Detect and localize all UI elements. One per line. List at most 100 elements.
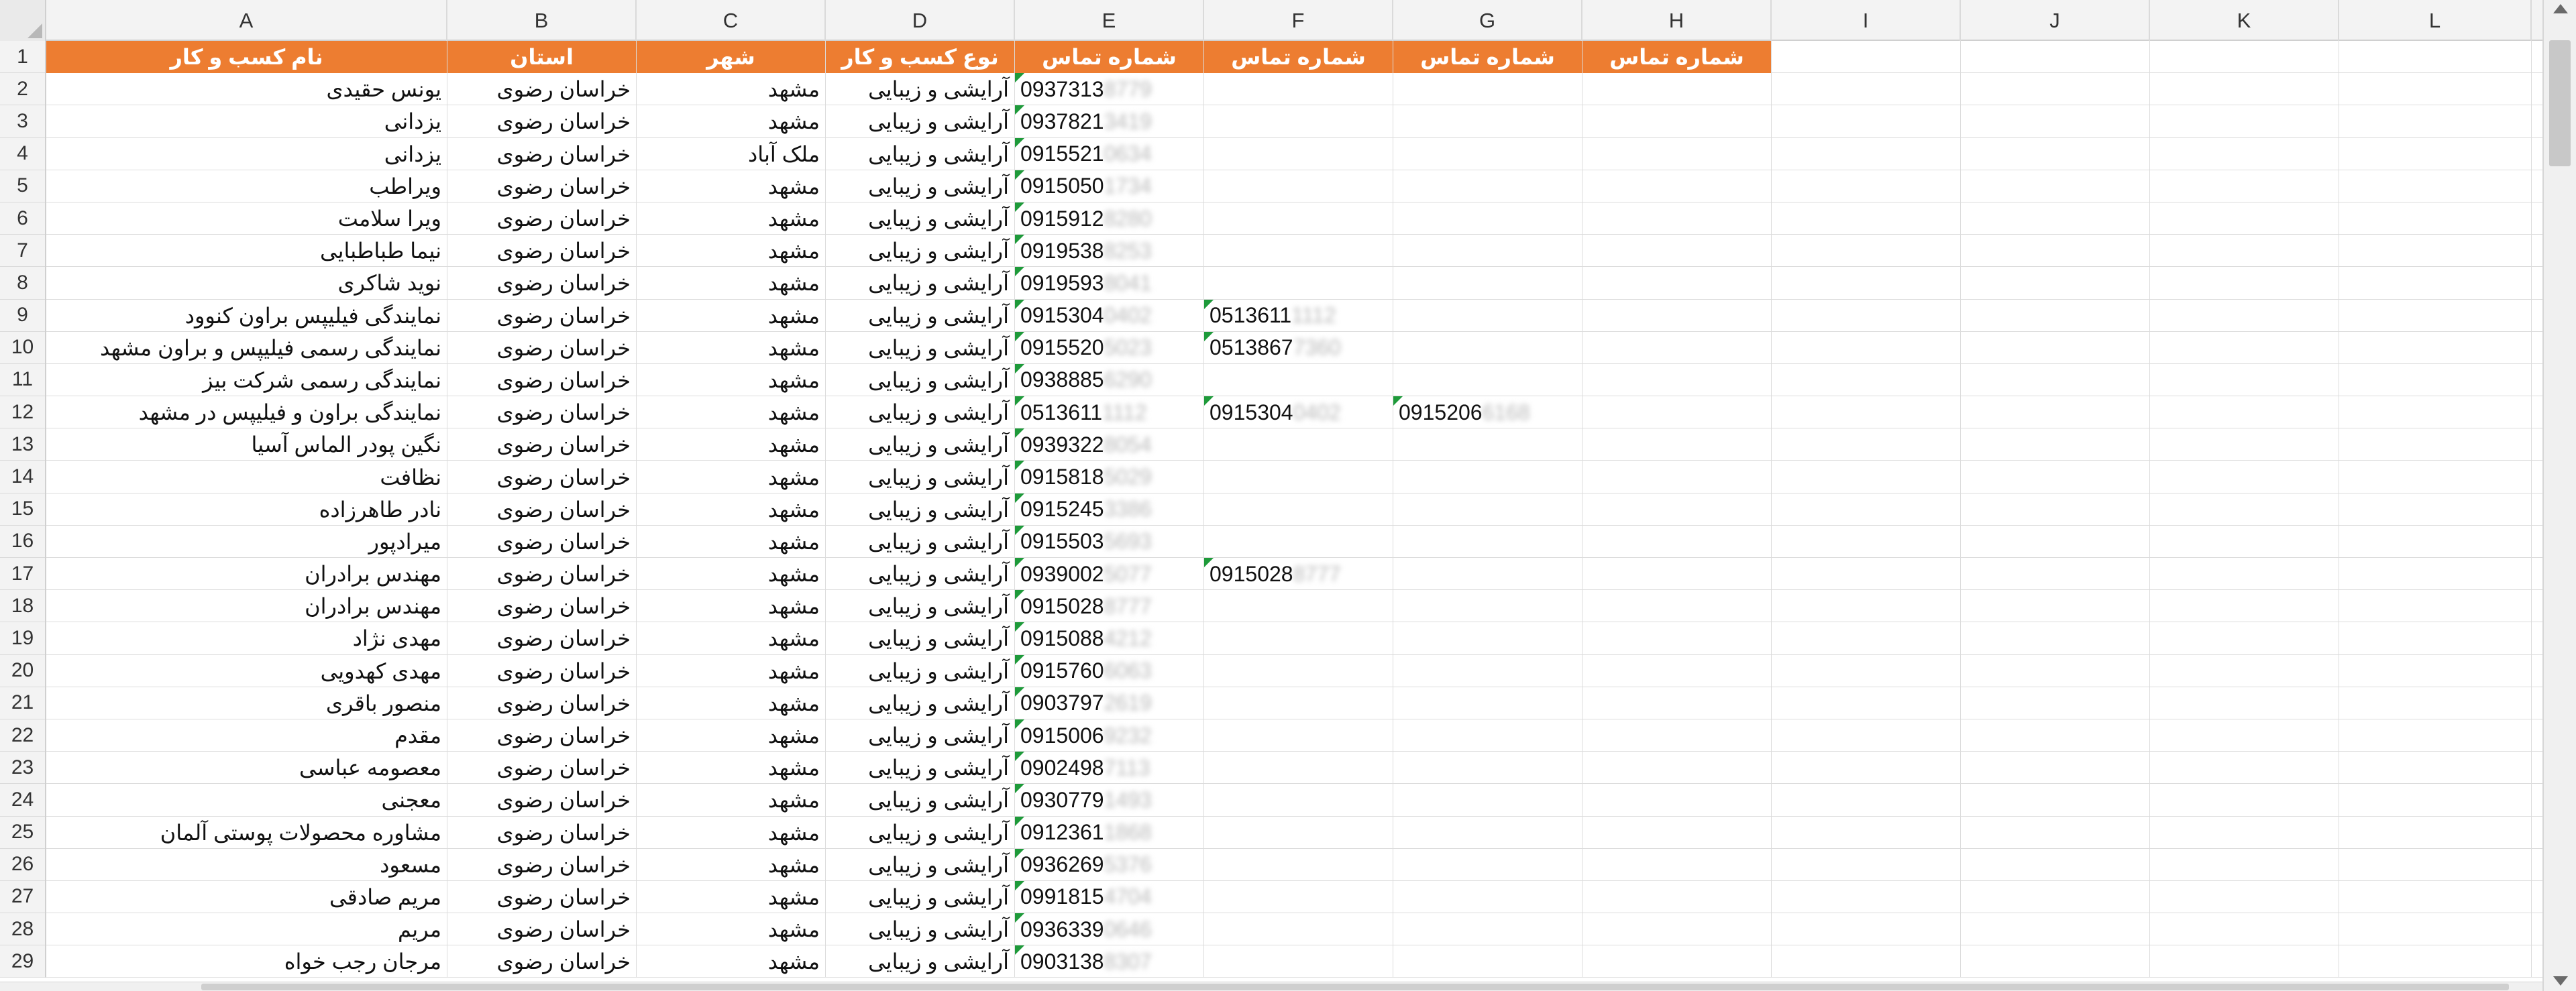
- province-cell[interactable]: خراسان رضوی: [447, 945, 637, 978]
- empty-cell[interactable]: [1961, 137, 2150, 170]
- empty-cell[interactable]: [1961, 525, 2150, 558]
- header-cell-phone-1[interactable]: شماره تماس: [1015, 41, 1204, 74]
- empty-cell[interactable]: [2339, 719, 2532, 752]
- business-name-cell[interactable]: مریم: [46, 913, 447, 946]
- empty-cell[interactable]: [2339, 848, 2532, 881]
- phone-cell[interactable]: 0915304 0402: [1204, 396, 1393, 429]
- select-all-corner[interactable]: [0, 0, 46, 41]
- phone-cell[interactable]: [1393, 913, 1582, 946]
- business-name-cell[interactable]: مهدی کهدویی: [46, 654, 447, 687]
- empty-cell[interactable]: [2150, 170, 2339, 202]
- province-cell[interactable]: خراسان رضوی: [447, 816, 637, 849]
- business-type-cell[interactable]: آرایشی و زیبایی: [826, 687, 1015, 719]
- business-name-cell[interactable]: نمایندگی براون و فیلیپس در مشهد: [46, 396, 447, 429]
- empty-cell[interactable]: [1961, 73, 2150, 106]
- empty-cell[interactable]: [2150, 331, 2339, 364]
- phone-cell[interactable]: 0939322 8054: [1015, 428, 1204, 461]
- province-cell[interactable]: خراسان رضوی: [447, 396, 637, 429]
- row-header[interactable]: 9: [0, 300, 45, 332]
- row-header[interactable]: 12: [0, 396, 45, 429]
- phone-cell[interactable]: 0930779 1493: [1015, 784, 1204, 817]
- empty-cell[interactable]: [1582, 170, 1772, 202]
- province-cell[interactable]: خراسان رضوی: [447, 525, 637, 558]
- business-name-cell[interactable]: نوید شاکری: [46, 267, 447, 300]
- empty-cell[interactable]: [1582, 816, 1772, 849]
- empty-cell[interactable]: [1772, 331, 1961, 364]
- empty-cell[interactable]: [1582, 913, 1772, 946]
- empty-cell[interactable]: [1772, 816, 1961, 849]
- phone-cell[interactable]: [1204, 719, 1393, 752]
- empty-cell[interactable]: [2150, 913, 2339, 946]
- empty-cell[interactable]: [2150, 493, 2339, 526]
- header-cell-phone-4[interactable]: شماره تماس: [1582, 41, 1772, 74]
- business-type-cell[interactable]: آرایشی و زیبایی: [826, 784, 1015, 817]
- vertical-scrollbar[interactable]: [2542, 0, 2576, 991]
- empty-cell[interactable]: [1582, 363, 1772, 397]
- cell-j1[interactable]: [1961, 41, 2150, 74]
- phone-cell[interactable]: [1204, 105, 1393, 138]
- empty-cell[interactable]: [2150, 945, 2339, 978]
- phone-cell[interactable]: [1204, 137, 1393, 170]
- empty-cell[interactable]: [1772, 363, 1961, 397]
- phone-cell[interactable]: [1393, 752, 1582, 784]
- business-name-cell[interactable]: مقدم: [46, 719, 447, 752]
- business-name-cell[interactable]: مهندس برادران: [46, 590, 447, 623]
- city-cell[interactable]: مشهد: [637, 719, 826, 752]
- province-cell[interactable]: خراسان رضوی: [447, 73, 637, 106]
- column-header-j[interactable]: J: [1961, 0, 2150, 41]
- empty-cell[interactable]: [1772, 558, 1961, 591]
- phone-cell[interactable]: 0937821 3419: [1015, 105, 1204, 138]
- empty-cell[interactable]: [2339, 202, 2532, 235]
- phone-cell[interactable]: [1393, 816, 1582, 849]
- row-header[interactable]: 20: [0, 655, 45, 687]
- empty-cell[interactable]: [2339, 331, 2532, 364]
- row-header[interactable]: 7: [0, 235, 45, 268]
- city-cell[interactable]: مشهد: [637, 267, 826, 300]
- empty-cell[interactable]: [1772, 461, 1961, 493]
- business-type-cell[interactable]: آرایشی و زیبایی: [826, 493, 1015, 526]
- empty-cell[interactable]: [2339, 363, 2532, 397]
- empty-cell[interactable]: [1582, 235, 1772, 268]
- empty-cell[interactable]: [1961, 590, 2150, 623]
- empty-cell[interactable]: [1772, 848, 1961, 881]
- business-type-cell[interactable]: آرایشی و زیبایی: [826, 622, 1015, 655]
- phone-cell[interactable]: [1393, 235, 1582, 268]
- empty-cell[interactable]: [1582, 396, 1772, 429]
- empty-cell[interactable]: [2150, 267, 2339, 300]
- business-type-cell[interactable]: آرایشی و زیبایی: [826, 719, 1015, 752]
- empty-cell[interactable]: [2150, 848, 2339, 881]
- empty-cell[interactable]: [1772, 784, 1961, 817]
- city-cell[interactable]: مشهد: [637, 73, 826, 106]
- phone-cell[interactable]: 0919538 8253: [1015, 235, 1204, 268]
- empty-cell[interactable]: [1582, 493, 1772, 526]
- phone-cell[interactable]: 0915760 6063: [1015, 654, 1204, 687]
- empty-cell[interactable]: [2339, 654, 2532, 687]
- row-header[interactable]: 22: [0, 719, 45, 752]
- city-cell[interactable]: ملک آباد: [637, 137, 826, 170]
- province-cell[interactable]: خراسان رضوی: [447, 331, 637, 364]
- empty-cell[interactable]: [2339, 299, 2532, 332]
- business-name-cell[interactable]: نمایندگی رسمی شرکت بیز: [46, 363, 447, 397]
- phone-cell[interactable]: 0915520 5023: [1015, 331, 1204, 364]
- phone-cell[interactable]: 0513611 1112: [1015, 396, 1204, 429]
- business-type-cell[interactable]: آرایشی و زیبایی: [826, 170, 1015, 202]
- empty-cell[interactable]: [2150, 461, 2339, 493]
- business-type-cell[interactable]: آرایشی و زیبایی: [826, 880, 1015, 914]
- province-cell[interactable]: خراسان رضوی: [447, 654, 637, 687]
- phone-cell[interactable]: 0912361 1868: [1015, 816, 1204, 849]
- row-header[interactable]: 21: [0, 687, 45, 719]
- province-cell[interactable]: خراسان رضوی: [447, 105, 637, 138]
- phone-cell[interactable]: [1393, 73, 1582, 106]
- city-cell[interactable]: مشهد: [637, 590, 826, 623]
- city-cell[interactable]: مشهد: [637, 235, 826, 268]
- business-name-cell[interactable]: معجنی: [46, 784, 447, 817]
- column-header-i[interactable]: I: [1772, 0, 1961, 41]
- empty-cell[interactable]: [1582, 848, 1772, 881]
- empty-cell[interactable]: [1772, 105, 1961, 138]
- row-header[interactable]: 5: [0, 170, 45, 202]
- phone-cell[interactable]: [1393, 784, 1582, 817]
- phone-cell[interactable]: [1204, 848, 1393, 881]
- province-cell[interactable]: خراسان رضوی: [447, 267, 637, 300]
- phone-cell[interactable]: 0903797 2619: [1015, 687, 1204, 719]
- phone-cell[interactable]: [1204, 784, 1393, 817]
